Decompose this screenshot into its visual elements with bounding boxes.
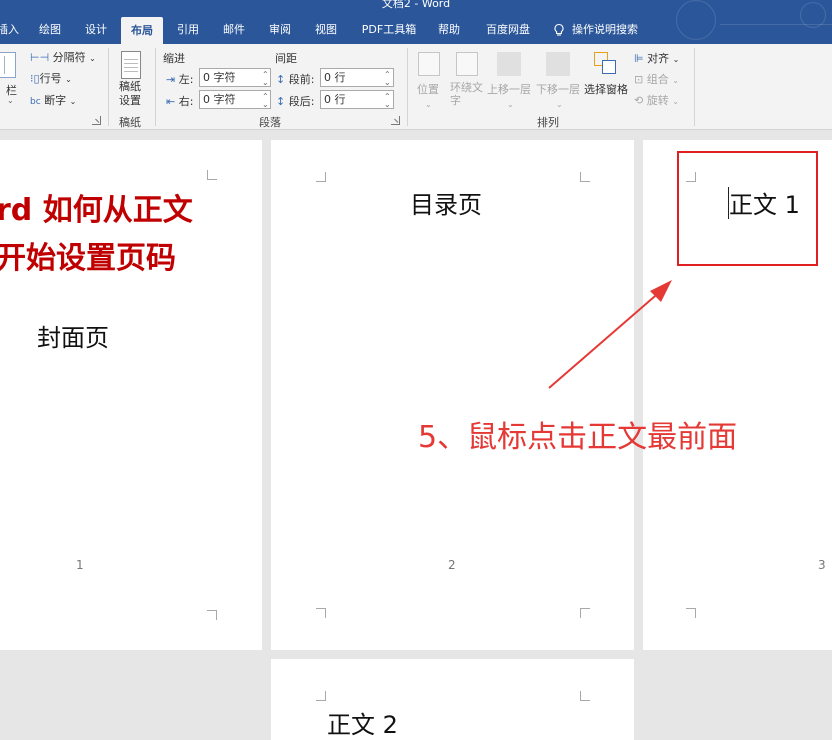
instruction-annotation: 5、鼠标点击正文最前面 bbox=[418, 420, 738, 455]
annotation-arrow bbox=[548, 280, 672, 389]
